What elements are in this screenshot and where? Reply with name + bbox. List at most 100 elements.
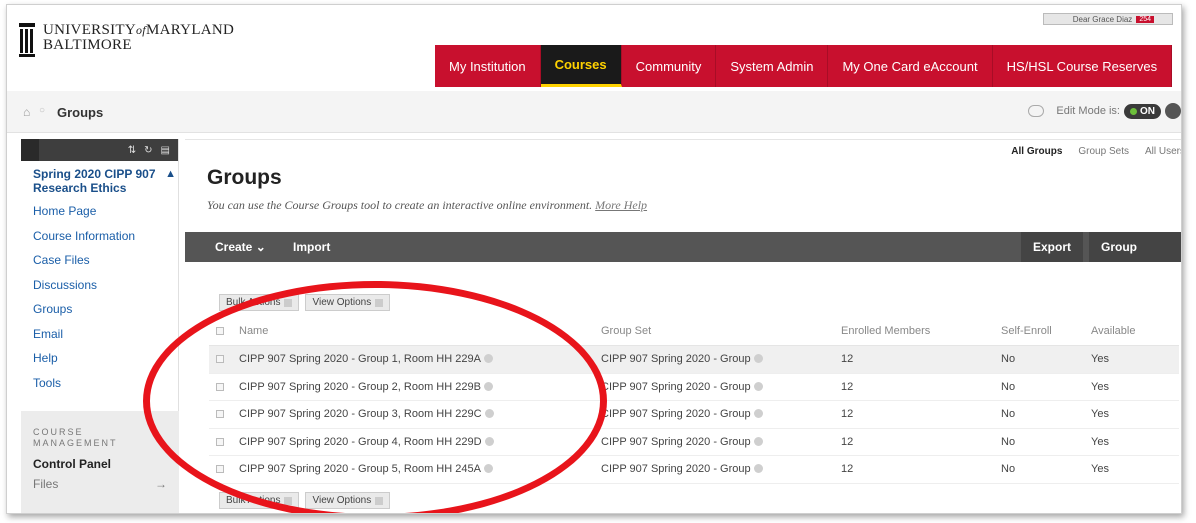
row-checkbox[interactable] bbox=[216, 465, 224, 474]
menu-item-email[interactable]: Email bbox=[21, 322, 178, 347]
chevron-down-icon bbox=[284, 496, 293, 505]
row-checkbox[interactable] bbox=[216, 437, 224, 446]
group-name-link[interactable]: CIPP 907 Spring 2020 - Group 4, Room HH … bbox=[231, 436, 601, 448]
page-description: You can use the Course Groups tool to cr… bbox=[207, 198, 648, 212]
action-bar: Create ⌄ Import Export Group Settings bbox=[185, 232, 1181, 284]
tab-my-institution[interactable]: My Institution bbox=[435, 45, 541, 87]
table-row: CIPP 907 Spring 2020 - Group 2, Room HH … bbox=[209, 374, 1179, 401]
export-button[interactable]: Export bbox=[1021, 232, 1084, 262]
tab-group-sets[interactable]: Group Sets bbox=[1078, 146, 1129, 157]
menu-chevron-icon[interactable] bbox=[753, 381, 763, 391]
menu-chevron-icon[interactable] bbox=[483, 464, 493, 474]
top-header: UNIVERSITYofMARYLAND BALTIMORE Dear Grac… bbox=[7, 5, 1181, 91]
tab-course-reserves[interactable]: HS/HSL Course Reserves bbox=[992, 45, 1173, 87]
tab-courses[interactable]: Courses bbox=[540, 45, 622, 87]
self-enroll-value: No bbox=[1001, 353, 1016, 366]
row-checkbox[interactable] bbox=[216, 355, 224, 364]
breadcrumb-current[interactable]: Groups bbox=[57, 105, 103, 120]
menu-chevron-icon[interactable] bbox=[753, 436, 763, 446]
student-preview-icon[interactable] bbox=[1028, 105, 1045, 117]
course-menu-toolbar: ⇅ ↻ ▤ bbox=[21, 139, 178, 161]
chevron-down-icon bbox=[375, 496, 384, 505]
menu-item-discussions[interactable]: Discussions bbox=[21, 273, 178, 298]
sort-icon[interactable]: ⇅ bbox=[128, 145, 136, 156]
menu-item-home-page[interactable]: Home Page bbox=[21, 199, 178, 224]
menu-item-tools[interactable]: Tools bbox=[21, 371, 178, 396]
table-row: CIPP 907 Spring 2020 - Group 3, Room HH … bbox=[209, 401, 1179, 429]
group-set-link[interactable]: CIPP 907 Spring 2020 - Group bbox=[601, 381, 841, 393]
more-help-link[interactable]: More Help bbox=[595, 198, 647, 212]
tab-all-groups[interactable]: All Groups bbox=[1011, 146, 1062, 157]
course-management-panel: COURSE MANAGEMENT Control Panel Files → bbox=[21, 411, 179, 513]
bulk-actions-button[interactable]: Bulk Actions bbox=[219, 492, 300, 509]
self-enroll-value: No bbox=[1001, 463, 1016, 476]
edit-mode-state: ON bbox=[1140, 105, 1155, 117]
menu-chevron-icon[interactable] bbox=[483, 381, 493, 391]
menu-item-help[interactable]: Help bbox=[21, 346, 178, 371]
group-name-link[interactable]: CIPP 907 Spring 2020 - Group 2, Room HH … bbox=[231, 381, 601, 393]
group-settings-button[interactable]: Group Settings bbox=[1089, 232, 1181, 284]
enrolled-members-value: 12 bbox=[841, 380, 854, 393]
home-pin-icon: ▲ bbox=[165, 168, 176, 180]
collapse-menu-button[interactable] bbox=[21, 139, 39, 161]
group-set-link[interactable]: CIPP 907 Spring 2020 - Group bbox=[601, 463, 841, 475]
enrolled-members-value: 12 bbox=[841, 353, 854, 366]
menu-chevron-icon[interactable] bbox=[753, 464, 763, 474]
user-menu[interactable]: Dear Grace Diaz 254 bbox=[1043, 13, 1173, 25]
tab-all-users[interactable]: All Users bbox=[1145, 146, 1181, 157]
folder-view-icon[interactable]: ▤ bbox=[161, 145, 170, 156]
menu-chevron-icon[interactable] bbox=[484, 436, 494, 446]
refresh-icon[interactable]: ↻ bbox=[144, 145, 152, 156]
tab-system-admin[interactable]: System Admin bbox=[716, 45, 829, 87]
table-row: CIPP 907 Spring 2020 - Group 4, Room HH … bbox=[209, 429, 1179, 456]
column-group-set[interactable]: Group Set bbox=[601, 325, 841, 337]
page-title: Groups bbox=[207, 166, 282, 189]
home-icon[interactable]: ⌂ bbox=[23, 105, 30, 119]
group-name-link[interactable]: CIPP 907 Spring 2020 - Group 5, Room HH … bbox=[231, 463, 601, 475]
user-name: Dear Grace Diaz bbox=[1072, 14, 1133, 24]
group-set-link[interactable]: CIPP 907 Spring 2020 - Group bbox=[601, 353, 841, 365]
top-nav: My Institution Courses Community System … bbox=[435, 45, 1173, 87]
row-checkbox[interactable] bbox=[216, 410, 224, 419]
files-link[interactable]: Files → bbox=[21, 471, 179, 491]
menu-item-course-information[interactable]: Course Information bbox=[21, 224, 178, 249]
enrolled-members-value: 12 bbox=[841, 435, 854, 448]
edit-mode-toggle[interactable]: ON bbox=[1124, 103, 1161, 119]
top-list-controls: Bulk Actions View Options bbox=[219, 294, 391, 311]
row-checkbox[interactable] bbox=[216, 382, 224, 391]
menu-item-case-files[interactable]: Case Files bbox=[21, 248, 178, 273]
tab-one-card-eaccount[interactable]: My One Card eAccount bbox=[828, 45, 993, 87]
bottom-list-controls: Bulk Actions View Options bbox=[219, 492, 391, 509]
self-enroll-value: No bbox=[1001, 380, 1016, 393]
bulk-actions-button[interactable]: Bulk Actions bbox=[219, 294, 300, 311]
view-options-button[interactable]: View Options bbox=[305, 492, 391, 509]
column-self-enroll[interactable]: Self-Enroll bbox=[1001, 325, 1091, 337]
column-name[interactable]: Name bbox=[231, 325, 601, 337]
group-name-link[interactable]: CIPP 907 Spring 2020 - Group 1, Room HH … bbox=[231, 353, 601, 365]
available-value: Yes bbox=[1091, 463, 1109, 476]
table-header: Name Group Set Enrolled Members Self-Enr… bbox=[209, 316, 1179, 346]
column-enrolled-members[interactable]: Enrolled Members bbox=[841, 325, 1001, 337]
available-value: Yes bbox=[1091, 435, 1109, 448]
group-set-link[interactable]: CIPP 907 Spring 2020 - Group bbox=[601, 436, 841, 448]
group-name-link[interactable]: CIPP 907 Spring 2020 - Group 3, Room HH … bbox=[231, 408, 601, 420]
view-options-button[interactable]: View Options bbox=[305, 294, 391, 311]
help-icon[interactable] bbox=[1165, 103, 1181, 119]
control-panel-link[interactable]: Control Panel bbox=[21, 449, 179, 471]
menu-chevron-icon[interactable] bbox=[483, 354, 493, 364]
menu-item-groups[interactable]: Groups bbox=[21, 297, 178, 322]
import-button[interactable]: Import bbox=[281, 232, 342, 262]
menu-chevron-icon[interactable] bbox=[484, 409, 494, 419]
course-menu-list: Home Page Course Information Case Files … bbox=[21, 199, 178, 395]
self-enroll-value: No bbox=[1001, 435, 1016, 448]
self-enroll-value: No bbox=[1001, 408, 1016, 421]
menu-chevron-icon[interactable] bbox=[753, 409, 763, 419]
column-available[interactable]: Available bbox=[1091, 325, 1171, 337]
university-logo[interactable]: UNIVERSITYofMARYLAND BALTIMORE bbox=[19, 23, 234, 57]
group-set-link[interactable]: CIPP 907 Spring 2020 - Group bbox=[601, 408, 841, 420]
course-title[interactable]: Spring 2020 CIPP 907 Research Ethics ▲ bbox=[21, 167, 178, 195]
create-button[interactable]: Create ⌄ bbox=[203, 232, 278, 262]
tab-community[interactable]: Community bbox=[621, 45, 717, 87]
menu-chevron-icon[interactable] bbox=[753, 354, 763, 364]
select-all-checkbox[interactable] bbox=[216, 326, 224, 335]
